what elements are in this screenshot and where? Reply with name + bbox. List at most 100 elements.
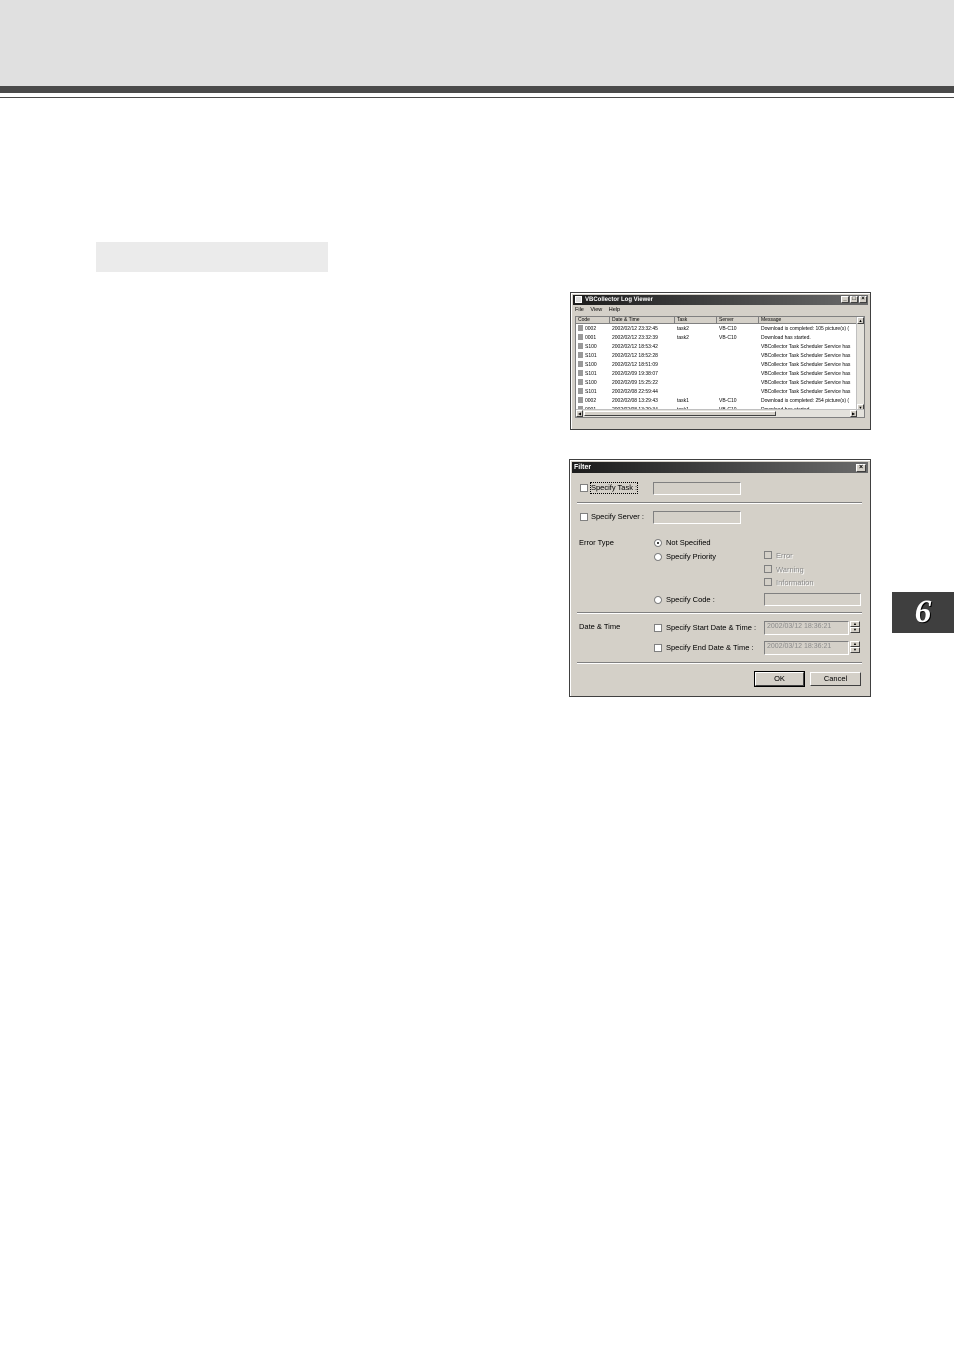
column-code[interactable]: Code (576, 317, 610, 324)
specify-server-checkbox[interactable] (580, 513, 588, 521)
maximize-icon[interactable]: □ (850, 296, 858, 303)
specify-priority-radio[interactable] (654, 553, 662, 561)
specify-server-label[interactable]: Specify Server : (591, 512, 644, 522)
cell-server-text: VB-C10 (719, 398, 737, 404)
cancel-button[interactable]: Cancel (810, 672, 861, 686)
specify-start-label[interactable]: Specify Start Date & Time : (666, 623, 756, 633)
not-specified-label[interactable]: Not Specified (666, 538, 711, 548)
cell-server (717, 379, 759, 388)
cell-code-text: 0001 (585, 335, 597, 341)
task-input[interactable] (653, 482, 741, 495)
not-specified-radio[interactable] (654, 539, 662, 547)
cell-date-time: 2002/02/08 13:29:43 (610, 397, 675, 406)
date-time-label: Date & Time (579, 622, 621, 631)
cell-task (675, 370, 717, 379)
priority-information-checkbox[interactable] (764, 578, 772, 586)
cell-message: VBCollector Task Scheduler Service has (759, 379, 860, 388)
info-icon (578, 388, 583, 394)
cell-server (717, 388, 759, 397)
cell-task: task1 (675, 397, 717, 406)
priority-error-checkbox[interactable] (764, 551, 772, 559)
cell-date-time: 2002/02/09 19:38:07 (610, 370, 675, 379)
cell-code-text: S100 (585, 344, 597, 350)
specify-end-label[interactable]: Specify End Date & Time : (666, 643, 754, 653)
scroll-thumb[interactable] (584, 411, 776, 416)
minimize-icon[interactable]: _ (841, 296, 849, 303)
specify-task-label[interactable]: Specify Task : (589, 482, 639, 494)
cell-code: 0001 (576, 334, 610, 343)
cell-server: VB-C10 (717, 334, 759, 343)
cell-task (675, 352, 717, 361)
vertical-scrollbar[interactable]: ▲ ▼ (856, 317, 864, 411)
cell-server-text: VB-C10 (719, 326, 737, 332)
table-row[interactable]: S100 2002/02/09 15:25:22 VBCollector Task … (576, 379, 860, 388)
end-spinner[interactable]: ▲ ▼ (850, 641, 860, 653)
specify-code-radio[interactable] (654, 596, 662, 604)
table-row[interactable]: 0002 2002/02/08 13:29:43 task1 VB-C10 Downlo… (576, 397, 860, 406)
cell-code-text: 0002 (585, 398, 597, 404)
menu-file[interactable]: File (575, 307, 584, 313)
filter-titlebar: Filter × (572, 462, 868, 473)
cell-code-text: S101 (585, 353, 597, 359)
start-datetime-field[interactable]: 2002/03/12 18:36:21 (764, 621, 849, 635)
scroll-right-icon[interactable]: ▶ (850, 410, 857, 417)
cell-message-text: VBCollector Task Scheduler Service has (761, 353, 851, 359)
cell-message-text: VBCollector Task Scheduler Service has (761, 362, 851, 368)
table-row[interactable]: S101 2002/02/08 22:59:44 VBCollector Task … (576, 388, 860, 397)
horizontal-scrollbar[interactable]: ◀ ▶ (576, 409, 864, 417)
specify-priority-label[interactable]: Specify Priority (666, 552, 716, 562)
cell-code-text: 0002 (585, 326, 597, 332)
info-icon (578, 325, 583, 331)
column-server[interactable]: Server (717, 317, 759, 324)
cell-message-text: VBCollector Task Scheduler Service has (761, 344, 851, 350)
scroll-up-icon[interactable]: ▲ (857, 317, 864, 324)
cell-code-text: S100 (585, 362, 597, 368)
server-input[interactable] (653, 511, 741, 524)
table-row[interactable]: S100 2002/02/12 18:51:09 VBCollector Task … (576, 361, 860, 370)
cell-server (717, 352, 759, 361)
table-row[interactable]: S100 2002/02/12 18:53:42 VBCollector Task … (576, 343, 860, 352)
spin-down-icon[interactable]: ▼ (850, 627, 860, 633)
priority-information-label: Information (776, 578, 814, 587)
specify-code-label[interactable]: Specify Code : (666, 595, 715, 605)
cell-date-time-text: 2002/02/12 23:32:39 (612, 335, 658, 341)
ok-button[interactable]: OK (754, 671, 805, 687)
table-row[interactable]: 0002 2002/02/12 23:32:45 task2 VB-C10 Downlo… (576, 325, 860, 334)
cell-date-time-text: 2002/02/12 18:53:42 (612, 344, 658, 350)
specify-start-checkbox[interactable] (654, 624, 662, 632)
cell-date-time-text: 2002/02/12 23:32:45 (612, 326, 658, 332)
chapter-tab: 6 (892, 592, 954, 633)
log-list[interactable]: Code Date & Time Task Server Message 000… (575, 316, 865, 418)
cell-message: Download is completed: 254 picture(s) ( (759, 397, 860, 406)
log-rows: 0002 2002/02/12 23:32:45 task2 VB-C10 Downlo… (576, 325, 860, 415)
close-icon[interactable]: × (859, 296, 867, 303)
end-datetime-field[interactable]: 2002/03/12 18:36:21 (764, 641, 849, 655)
cell-code-text: S101 (585, 371, 597, 377)
code-input[interactable] (764, 593, 861, 606)
scroll-left-icon[interactable]: ◀ (576, 410, 583, 417)
table-row[interactable]: 0001 2002/02/12 23:32:39 task2 VB-C10 Downlo… (576, 334, 860, 343)
specify-task-checkbox[interactable] (580, 484, 588, 492)
cell-date-time-text: 2002/02/12 18:52:28 (612, 353, 658, 359)
error-type-label: Error Type (579, 538, 614, 547)
spin-down-icon[interactable]: ▼ (850, 647, 860, 653)
start-spinner[interactable]: ▲ ▼ (850, 621, 860, 633)
cell-code: S100 (576, 379, 610, 388)
priority-warning-checkbox[interactable] (764, 565, 772, 573)
cell-message-text: VBCollector Task Scheduler Service has (761, 371, 851, 377)
priority-warning-label: Warning (776, 565, 804, 574)
column-date-time[interactable]: Date & Time (610, 317, 675, 324)
cell-date-time: 2002/02/09 15:25:22 (610, 379, 675, 388)
cell-date-time-text: 2002/02/09 15:25:22 (612, 380, 658, 386)
close-icon[interactable]: × (856, 464, 866, 472)
table-row[interactable]: S101 2002/02/12 18:52:28 VBCollector Task … (576, 352, 860, 361)
menu-help[interactable]: Help (609, 307, 620, 313)
column-task[interactable]: Task (675, 317, 717, 324)
cell-message-text: Download is completed: 105 picture(s) ( (761, 326, 850, 332)
menu-view[interactable]: View (590, 307, 602, 313)
column-message[interactable]: Message (759, 317, 860, 324)
table-row[interactable]: S101 2002/02/09 19:38:07 VBCollector Task … (576, 370, 860, 379)
info-icon (578, 379, 583, 385)
specify-end-checkbox[interactable] (654, 644, 662, 652)
info-icon (578, 334, 583, 340)
